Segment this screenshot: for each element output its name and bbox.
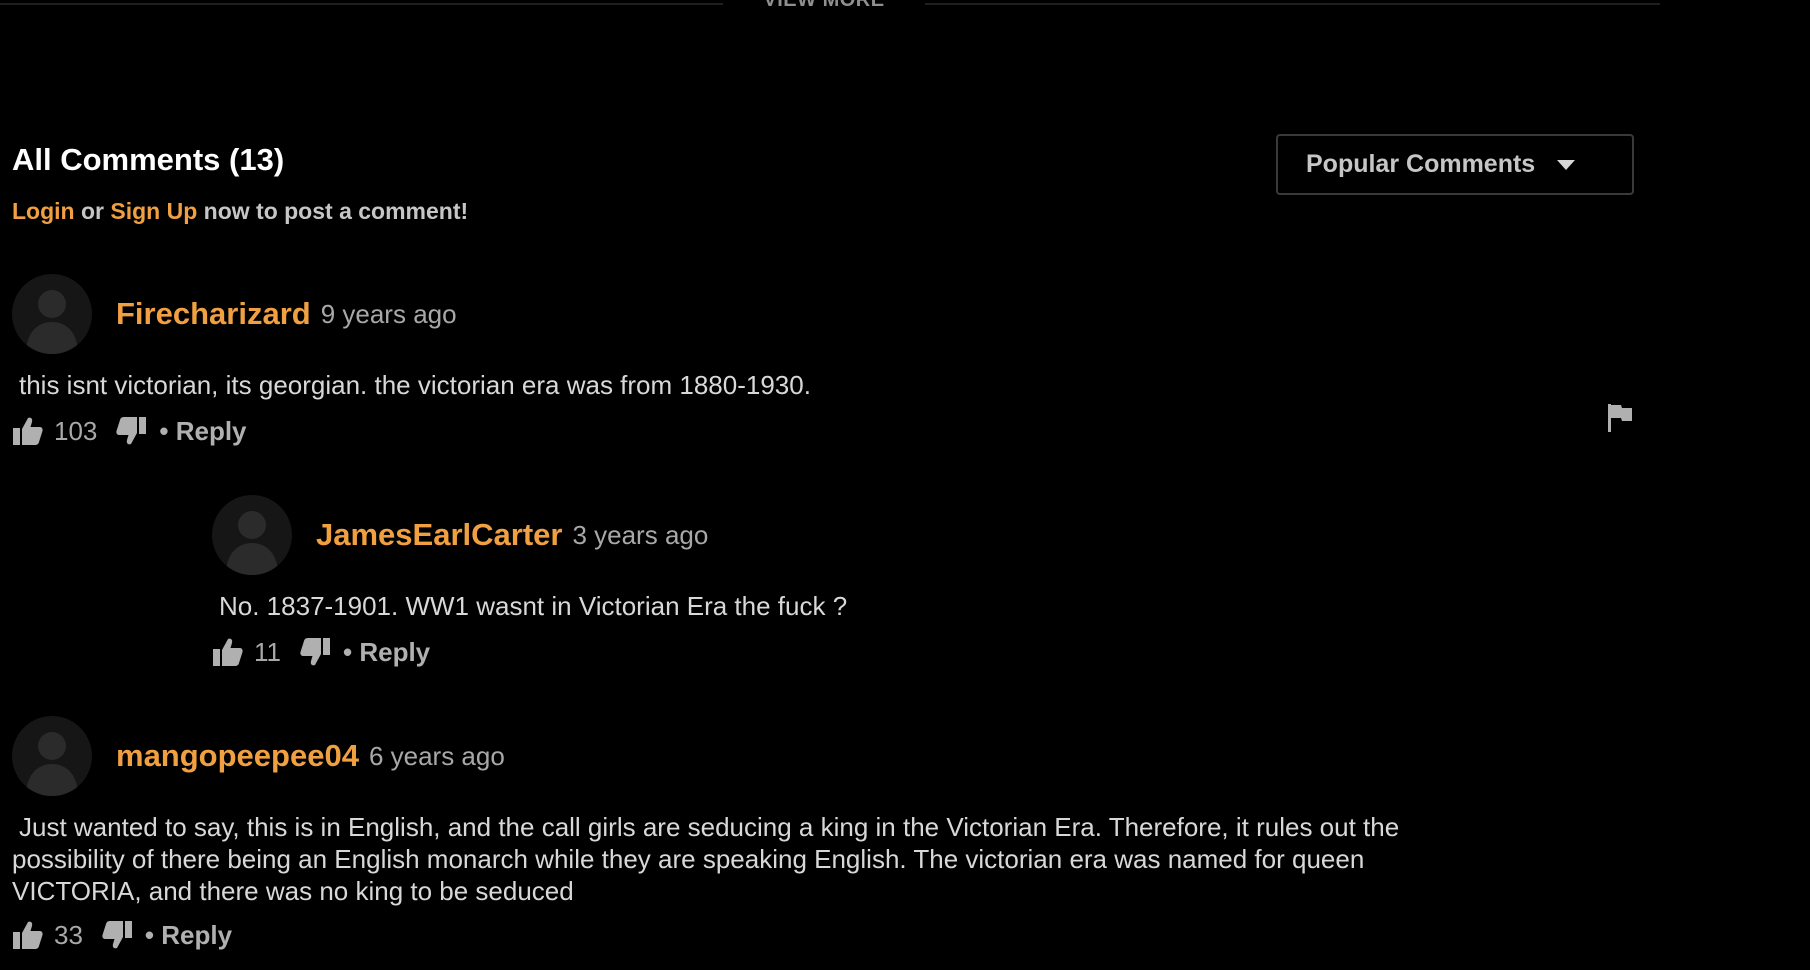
signup-link[interactable]: Sign Up <box>110 198 197 224</box>
comment-timestamp: 9 years ago <box>320 298 457 329</box>
like-count: 33 <box>54 919 83 950</box>
comment-header: mangopeepee04 6 years ago <box>12 715 505 797</box>
comment-actions: 11 • Reply <box>212 634 430 670</box>
flag-icon[interactable] <box>1606 403 1634 433</box>
comments-page: VIEW MORE All Comments (13) Login or Sig… <box>0 0 1810 970</box>
auth-prompt: Login or Sign Up now to post a comment! <box>12 198 468 225</box>
comment-text: Just wanted to say, this is in English, … <box>12 812 1400 906</box>
thumbs-up-icon[interactable] <box>12 919 44 951</box>
comment-username[interactable]: Firecharizard <box>116 296 311 332</box>
reply-button[interactable]: • Reply <box>159 416 246 447</box>
comment-timestamp: 3 years ago <box>572 519 709 550</box>
divider-line-left <box>0 3 723 5</box>
default-avatar-icon[interactable] <box>12 716 92 796</box>
comment-text: No. 1837-1901. WW1 wasnt in Victorian Er… <box>219 591 848 621</box>
thumbs-down-icon[interactable] <box>299 636 331 668</box>
comment-text: this isnt victorian, its georgian. the v… <box>19 370 811 400</box>
reply-button[interactable]: • Reply <box>145 920 232 951</box>
comment-header: Firecharizard 9 years ago <box>12 273 457 355</box>
view-more-button[interactable]: VIEW MORE <box>723 0 925 12</box>
comment-header: JamesEarlCarter 3 years ago <box>212 494 708 576</box>
thumbs-up-icon[interactable] <box>212 636 244 668</box>
comment-username[interactable]: JamesEarlCarter <box>316 517 562 553</box>
thumbs-down-icon[interactable] <box>101 919 133 951</box>
comment-actions: 33 • Reply <box>12 917 232 953</box>
comment-sort-select[interactable]: Popular Comments <box>1276 134 1634 195</box>
comment-username[interactable]: mangopeepee04 <box>116 738 359 774</box>
divider-line-right <box>925 3 1660 5</box>
view-more-divider: VIEW MORE <box>0 0 1660 12</box>
login-link[interactable]: Login <box>12 198 75 224</box>
thumbs-down-icon[interactable] <box>115 415 147 447</box>
comments-title: All Comments (13) <box>12 142 285 177</box>
comment-actions: 103 • Reply <box>12 413 247 449</box>
auth-suffix-text: now to post a comment! <box>203 198 469 224</box>
default-avatar-icon[interactable] <box>12 274 92 354</box>
like-count: 11 <box>254 636 281 667</box>
chevron-down-icon <box>1557 159 1576 170</box>
sort-selected-label: Popular Comments <box>1306 150 1536 178</box>
reply-button[interactable]: • Reply <box>343 637 430 668</box>
default-avatar-icon[interactable] <box>212 495 292 575</box>
thumbs-up-icon[interactable] <box>12 415 44 447</box>
like-count: 103 <box>54 415 98 446</box>
comment-timestamp: 6 years ago <box>368 740 505 771</box>
auth-or-text: or <box>80 198 104 224</box>
